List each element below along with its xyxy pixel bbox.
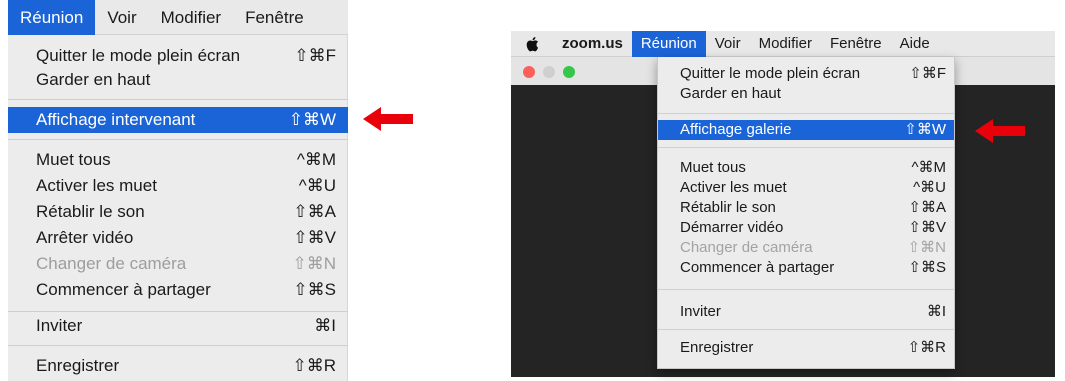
menubar-zoom-us[interactable]: zoom.us (553, 31, 632, 57)
menu-item-invite[interactable]: Inviter ⌘I (8, 313, 348, 339)
menu-item-start-video[interactable]: Démarrer vidéo ⇧⌘V (658, 218, 954, 238)
menu-bar: zoom.us Réunion Voir Modifier Fenêtre Ai… (511, 30, 1055, 57)
menu-separator (8, 311, 348, 312)
menubar-modifier[interactable]: Modifier (149, 0, 233, 35)
reunion-dropdown-menu: Quitter le mode plein écran ⇧⌘F Garder e… (657, 57, 955, 369)
menu-item-shortcut: ⇧⌘A (908, 199, 946, 216)
menu-item-record[interactable]: Enregistrer ⇧⌘R (8, 353, 348, 379)
red-arrow-icon (363, 107, 413, 131)
menu-item-shortcut: ⌘I (926, 303, 946, 320)
menu-item-label: Quitter le mode plein écran (680, 65, 861, 82)
menu-item-label: Activer les muet (36, 176, 157, 195)
menu-item-shortcut: ^⌘M (911, 159, 946, 176)
menu-item-shortcut: ^⌘U (298, 176, 336, 195)
menu-item-unmute-all[interactable]: Activer les muet ^⌘U (658, 178, 954, 198)
menu-item-label: Démarrer vidéo (680, 219, 784, 236)
menu-item-shortcut: ⇧⌘R (292, 356, 336, 375)
menubar-aide[interactable]: Aide (891, 31, 939, 57)
menu-item-start-sharing[interactable]: Commencer à partager ⇧⌘S (8, 277, 348, 303)
menu-separator (8, 345, 348, 346)
menubar-reunion[interactable]: Réunion (631, 30, 706, 57)
menu-item-label: Enregistrer (36, 356, 120, 375)
menu-item-mute-all[interactable]: Muet tous ^⌘M (8, 147, 348, 173)
menu-item-label: Changer de caméra (36, 254, 187, 273)
menu-item-label: Commencer à partager (680, 259, 835, 276)
menu-item-shortcut: ^⌘M (296, 150, 336, 169)
menubar-voir[interactable]: Voir (706, 31, 750, 57)
menu-separator (8, 139, 348, 140)
fullscreen-reunion-menu-panel: Réunion Voir Modifier Fenêtre Quitter le… (8, 0, 348, 381)
menubar-fenetre[interactable]: Fenêtre (821, 31, 891, 57)
menu-item-label: Rétablir le son (36, 202, 145, 221)
menu-item-change-camera: Changer de caméra ⇧⌘N (8, 251, 348, 277)
menu-item-label: Activer les muet (680, 179, 787, 196)
menu-item-label: Arrêter vidéo (36, 228, 134, 247)
menubar-modifier[interactable]: Modifier (750, 31, 821, 57)
menu-item-shortcut: ⇧⌘W (904, 121, 946, 138)
menu-item-shortcut: ⇧⌘V (908, 219, 946, 236)
menu-item-shortcut: ⇧⌘W (288, 110, 336, 129)
menu-item-label: Muet tous (36, 150, 111, 169)
menu-separator (658, 147, 954, 148)
menu-item-label: Commencer à partager (36, 280, 211, 299)
menu-item-label: Inviter (680, 303, 721, 320)
minimize-light-icon[interactable] (543, 66, 555, 78)
menu-item-keep-on-top[interactable]: Garder en haut (8, 67, 348, 93)
menu-item-label: Quitter le mode plein écran (36, 46, 241, 65)
windowed-reunion-menu-panel: zoom.us Réunion Voir Modifier Fenêtre Ai… (511, 30, 1055, 377)
menu-item-stop-video[interactable]: Arrêter vidéo ⇧⌘V (8, 225, 348, 251)
menu-item-restore-sound[interactable]: Rétablir le son ⇧⌘A (658, 198, 954, 218)
menu-item-gallery-view[interactable]: Affichage galerie ⇧⌘W (658, 120, 954, 140)
menu-item-label: Garder en haut (36, 70, 151, 89)
menu-item-shortcut: ⇧⌘N (292, 254, 336, 273)
reunion-dropdown-menu: Quitter le mode plein écran ⇧⌘F Garder e… (8, 35, 348, 381)
menu-item-mute-all[interactable]: Muet tous ^⌘M (658, 158, 954, 178)
menu-item-shortcut: ^⌘U (913, 179, 946, 196)
menu-item-shortcut: ⇧⌘R (907, 339, 946, 356)
menubar-fenetre[interactable]: Fenêtre (233, 0, 316, 35)
menu-item-keep-on-top[interactable]: Garder en haut (658, 84, 954, 104)
menu-item-shortcut: ⇧⌘N (907, 239, 946, 256)
menu-separator (658, 329, 954, 330)
menu-item-label: Changer de caméra (680, 239, 813, 256)
menubar-voir[interactable]: Voir (95, 0, 148, 35)
apple-logo-icon[interactable] (511, 31, 553, 57)
menu-item-label: Inviter (36, 316, 83, 335)
menu-separator (658, 289, 954, 290)
close-light-icon[interactable] (523, 66, 535, 78)
menu-item-label: Muet tous (680, 159, 746, 176)
menu-item-shortcut: ⇧⌘F (294, 46, 336, 65)
menu-item-quit-fullscreen[interactable]: Quitter le mode plein écran ⇧⌘F (658, 64, 954, 84)
zoom-light-icon[interactable] (563, 66, 575, 78)
menu-item-start-sharing[interactable]: Commencer à partager ⇧⌘S (658, 258, 954, 278)
menu-item-label: Affichage galerie (680, 121, 792, 138)
menu-item-shortcut: ⇧⌘A (293, 202, 336, 221)
menu-item-label: Garder en haut (680, 85, 781, 102)
menu-item-label: Rétablir le son (680, 199, 776, 216)
menu-item-shortcut: ⇧⌘S (908, 259, 946, 276)
menu-item-change-camera: Changer de caméra ⇧⌘N (658, 238, 954, 258)
menu-item-invite[interactable]: Inviter ⌘I (658, 302, 954, 322)
menu-separator (658, 113, 954, 114)
menu-item-label: Affichage intervenant (36, 110, 196, 129)
menu-item-record[interactable]: Enregistrer ⇧⌘R (658, 338, 954, 358)
menu-separator (8, 99, 348, 100)
menu-item-shortcut: ⇧⌘V (293, 228, 336, 247)
menu-item-shortcut: ⌘I (314, 316, 336, 335)
menu-item-shortcut: ⇧⌘S (293, 280, 336, 299)
menu-item-quit-fullscreen[interactable]: Quitter le mode plein écran ⇧⌘F (8, 43, 348, 69)
menu-item-restore-sound[interactable]: Rétablir le son ⇧⌘A (8, 199, 348, 225)
menu-item-label: Enregistrer (680, 339, 754, 356)
red-arrow-icon (975, 119, 1025, 143)
menubar-reunion[interactable]: Réunion (8, 0, 96, 35)
menu-item-speaker-view[interactable]: Affichage intervenant ⇧⌘W (8, 107, 348, 133)
menu-bar: Réunion Voir Modifier Fenêtre (8, 0, 348, 35)
menu-item-unmute-all[interactable]: Activer les muet ^⌘U (8, 173, 348, 199)
menu-item-shortcut: ⇧⌘F (909, 65, 946, 82)
